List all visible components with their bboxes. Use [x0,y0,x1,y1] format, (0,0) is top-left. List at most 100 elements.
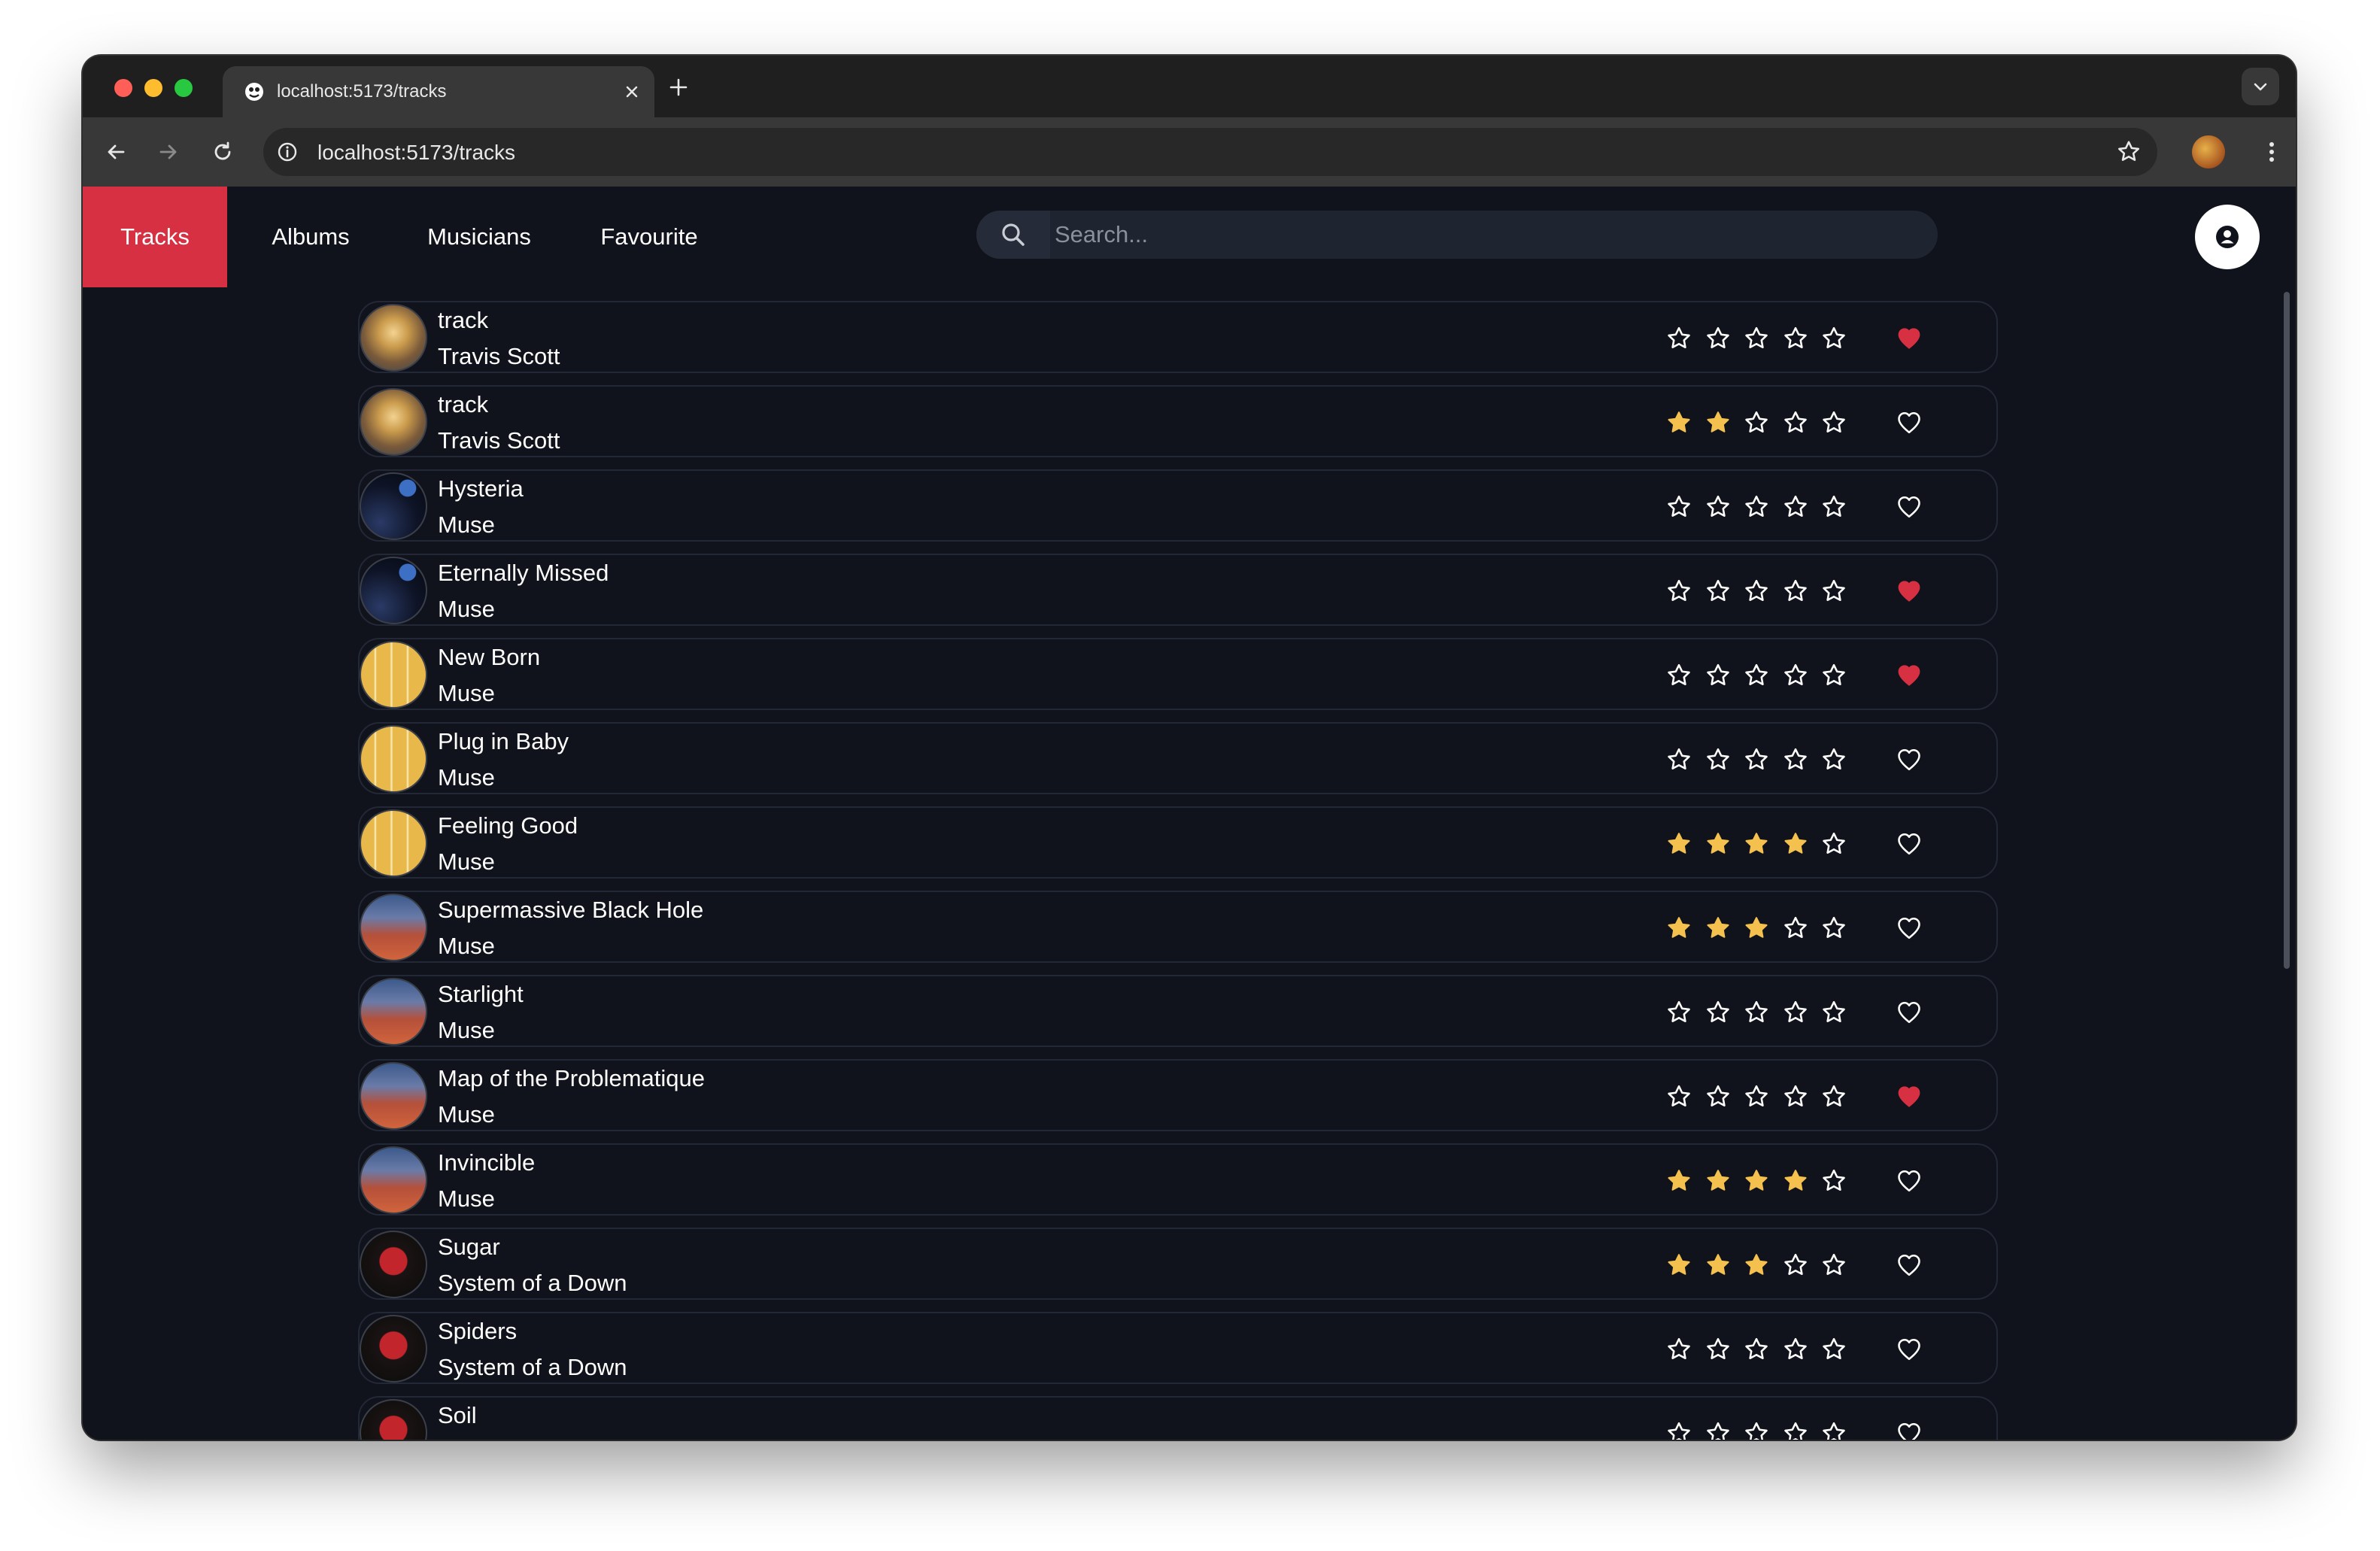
star-empty-icon[interactable] [1743,746,1770,773]
track-row[interactable]: Eternally Missed Muse [358,554,1998,626]
track-row[interactable]: New Born Muse [358,638,1998,710]
track-row[interactable]: Hysteria Muse [358,469,1998,542]
star-empty-icon[interactable] [1820,915,1847,942]
star-empty-icon[interactable] [1743,325,1770,352]
star-empty-icon[interactable] [1782,325,1809,352]
star-empty-icon[interactable] [1705,1336,1732,1363]
star-filled-icon[interactable] [1705,409,1732,436]
star-empty-icon[interactable] [1743,578,1770,605]
reload-icon[interactable] [211,140,235,164]
bookmark-star-icon[interactable] [2115,138,2142,165]
track-row[interactable]: track Travis Scott [358,301,1998,373]
maximize-window-button[interactable] [175,79,193,97]
minimize-window-button[interactable] [144,79,162,97]
close-window-button[interactable] [114,79,132,97]
scrollbar[interactable] [2284,292,2290,969]
star-empty-icon[interactable] [1665,325,1692,352]
star-empty-icon[interactable] [1820,325,1847,352]
heart-outline-icon[interactable] [1896,830,1923,857]
star-empty-icon[interactable] [1820,1167,1847,1194]
track-row[interactable]: Map of the Problematique Muse [358,1059,1998,1131]
star-empty-icon[interactable] [1820,830,1847,857]
star-empty-icon[interactable] [1820,1083,1847,1110]
star-empty-icon[interactable] [1705,1083,1732,1110]
address-bar[interactable]: localhost:5173/tracks [263,128,2157,176]
heart-outline-icon[interactable] [1896,1167,1923,1194]
star-empty-icon[interactable] [1665,999,1692,1026]
forward-icon[interactable] [156,140,181,164]
star-filled-icon[interactable] [1705,1167,1732,1194]
heart-outline-icon[interactable] [1896,999,1923,1026]
track-row[interactable]: track Travis Scott [358,385,1998,457]
heart-filled-icon[interactable] [1896,325,1923,352]
star-empty-icon[interactable] [1820,662,1847,689]
star-filled-icon[interactable] [1705,830,1732,857]
heart-outline-icon[interactable] [1896,493,1923,521]
track-row[interactable]: Sugar System of a Down [358,1228,1998,1300]
nav-albums[interactable]: Albums [227,187,394,287]
heart-filled-icon[interactable] [1896,1083,1923,1110]
star-empty-icon[interactable] [1665,746,1692,773]
star-empty-icon[interactable] [1665,662,1692,689]
star-empty-icon[interactable] [1820,1336,1847,1363]
search-button[interactable] [976,211,1050,259]
star-filled-icon[interactable] [1665,1252,1692,1279]
track-row[interactable]: Supermassive Black Hole Muse [358,891,1998,963]
browser-tab[interactable]: localhost:5173/tracks [223,66,654,117]
star-empty-icon[interactable] [1705,662,1732,689]
star-filled-icon[interactable] [1782,1167,1809,1194]
star-empty-icon[interactable] [1665,1420,1692,1440]
star-filled-icon[interactable] [1705,1252,1732,1279]
star-empty-icon[interactable] [1705,325,1732,352]
star-empty-icon[interactable] [1743,1420,1770,1440]
star-filled-icon[interactable] [1705,915,1732,942]
star-empty-icon[interactable] [1782,662,1809,689]
star-filled-icon[interactable] [1665,409,1692,436]
heart-outline-icon[interactable] [1896,1252,1923,1279]
star-empty-icon[interactable] [1705,999,1732,1026]
star-empty-icon[interactable] [1782,409,1809,436]
menu-kebab-icon[interactable] [2258,138,2285,165]
star-empty-icon[interactable] [1782,1420,1809,1440]
extension-icon[interactable] [2192,135,2225,168]
star-empty-icon[interactable] [1782,999,1809,1026]
plus-icon[interactable] [668,77,689,98]
close-icon[interactable] [623,83,641,101]
star-empty-icon[interactable] [1820,1420,1847,1440]
star-empty-icon[interactable] [1743,662,1770,689]
star-empty-icon[interactable] [1820,578,1847,605]
star-empty-icon[interactable] [1782,746,1809,773]
star-empty-icon[interactable] [1705,578,1732,605]
star-filled-icon[interactable] [1665,830,1692,857]
star-empty-icon[interactable] [1782,578,1809,605]
star-filled-icon[interactable] [1743,830,1770,857]
star-filled-icon[interactable] [1665,1167,1692,1194]
star-empty-icon[interactable] [1820,999,1847,1026]
nav-tracks[interactable]: Tracks [83,187,227,287]
heart-outline-icon[interactable] [1896,915,1923,942]
tab-search-button[interactable] [2242,68,2279,105]
star-empty-icon[interactable] [1743,1336,1770,1363]
star-filled-icon[interactable] [1743,915,1770,942]
info-icon[interactable] [275,140,299,164]
star-empty-icon[interactable] [1782,1336,1809,1363]
star-empty-icon[interactable] [1820,1252,1847,1279]
star-empty-icon[interactable] [1665,1083,1692,1110]
heart-outline-icon[interactable] [1896,1336,1923,1363]
nav-musicians[interactable]: Musicians [394,187,564,287]
star-empty-icon[interactable] [1665,1336,1692,1363]
heart-filled-icon[interactable] [1896,578,1923,605]
user-menu-button[interactable] [2195,205,2260,269]
heart-outline-icon[interactable] [1896,746,1923,773]
star-empty-icon[interactable] [1743,1083,1770,1110]
track-row[interactable]: Feeling Good Muse [358,806,1998,879]
heart-filled-icon[interactable] [1896,662,1923,689]
star-empty-icon[interactable] [1820,409,1847,436]
back-icon[interactable] [104,140,128,164]
track-row[interactable]: Starlight Muse [358,975,1998,1047]
star-empty-icon[interactable] [1665,578,1692,605]
track-row[interactable]: Spiders System of a Down [358,1312,1998,1384]
star-empty-icon[interactable] [1705,1420,1732,1440]
star-empty-icon[interactable] [1705,746,1732,773]
track-row[interactable]: Soil [358,1396,1998,1440]
